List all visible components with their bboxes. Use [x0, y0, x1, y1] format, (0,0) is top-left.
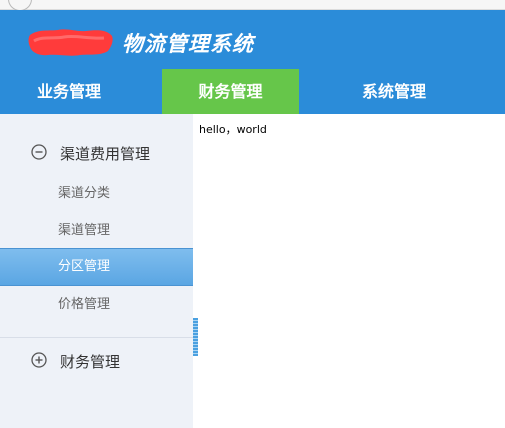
sidebar-group-finance[interactable]: 财务管理 [0, 341, 193, 381]
sidebar-item-label: 分区管理 [58, 259, 111, 274]
app-title: 物流管理系统 [122, 32, 254, 56]
sidebar-item-label: 渠道管理 [58, 223, 111, 238]
app-header: 物流管理系统 [0, 10, 505, 69]
sidebar-group-label: 渠道费用管理 [60, 145, 151, 163]
minus-circle-icon [31, 144, 47, 160]
plus-circle-icon [31, 352, 47, 368]
sidebar-item-zone-management[interactable]: 分区管理 [0, 248, 193, 286]
top-nav: 业务管理 财务管理 系统管理 [0, 69, 505, 114]
sidebar-item-channel-management[interactable]: 渠道管理 [0, 213, 193, 249]
tab-system-management[interactable]: 系统管理 [299, 69, 489, 114]
redacted-logo [28, 29, 113, 56]
sidebar-group-channel-fees[interactable]: 渠道费用管理 [0, 133, 193, 173]
sidebar-item-channel-category[interactable]: 渠道分类 [0, 176, 193, 212]
sidebar-item-label: 渠道分类 [58, 186, 111, 201]
main-content: hello，world [193, 114, 505, 428]
sidebar-item-label: 价格管理 [58, 297, 111, 312]
sidebar: 渠道费用管理 渠道分类 渠道管理 分区管理 价格管理 财务管理 [0, 114, 193, 428]
sidebar-divider [0, 337, 193, 338]
browser-top-strip [0, 0, 505, 11]
sidebar-group-label: 财务管理 [60, 353, 121, 371]
main-text: hello，world [199, 123, 267, 136]
sidebar-item-price-management[interactable]: 价格管理 [0, 287, 193, 323]
sidebar-splitter-handle[interactable] [193, 318, 198, 356]
tab-finance-management[interactable]: 财务管理 [162, 69, 299, 114]
tab-business-management[interactable]: 业务管理 [0, 69, 162, 114]
